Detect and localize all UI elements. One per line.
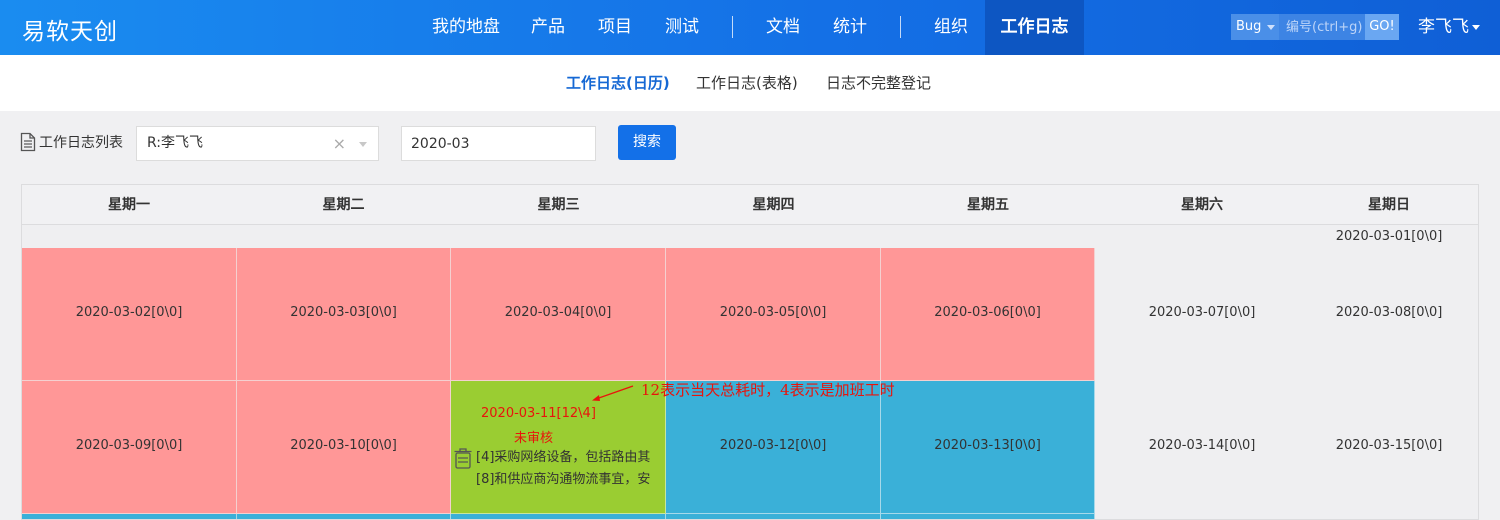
weekday-header: 星期三	[537, 197, 580, 213]
day-date: 2020-03-03[0\0]	[290, 305, 397, 320]
trash-icon[interactable]	[454, 447, 472, 469]
sub-navbar: 工作日志(日历) 工作日志(表格) 日志不完整登记	[0, 55, 1500, 111]
nav-project[interactable]: 项目	[598, 0, 632, 55]
top-navbar: 易软天创 我的地盘 产品 项目 测试 文档 统计 组织 工作日志 Bug GO!…	[0, 0, 1500, 55]
day-date: 2020-03-05[0\0]	[719, 305, 827, 320]
calendar-day[interactable]: 2020-03-13[0\0]	[881, 381, 1095, 514]
calendar-header: 星期一 星期二 星期三 星期四 星期五 星期六 星期日	[22, 185, 1478, 225]
calendar-day[interactable]: 2020-03-09[0\0]	[22, 381, 237, 514]
calendar-day[interactable]: 2020-03-14[0\0]	[1095, 381, 1309, 514]
user-select-value: R:李飞飞	[147, 135, 204, 151]
search-input[interactable]	[1279, 14, 1365, 40]
nav-org[interactable]: 组织	[934, 0, 968, 55]
nav-stats[interactable]: 统计	[833, 0, 867, 55]
calendar-day[interactable]: 2020-03-10[0\0]	[237, 381, 451, 514]
calendar-day[interactable]: 2020-03-12[0\0]	[666, 381, 881, 514]
worklog-calendar: 星期一 星期二 星期三 星期四 星期五 星期六 星期日 2020-03-01[0…	[21, 184, 1479, 520]
day-date: 2020-03-06[0\0]	[934, 305, 1041, 320]
review-status: 未审核	[514, 431, 554, 446]
chevron-down-icon[interactable]	[359, 142, 367, 147]
search-button[interactable]: 搜索	[618, 125, 676, 160]
nav-product[interactable]: 产品	[531, 0, 565, 55]
day-date: 2020-03-09[0\0]	[75, 438, 183, 453]
weekday-header: 星期一	[108, 197, 150, 213]
day-date: 2020-03-11[12\4]	[481, 406, 596, 421]
nav-divider	[900, 16, 901, 38]
go-button[interactable]: GO!	[1365, 14, 1399, 40]
user-name: 李飞飞	[1418, 17, 1469, 37]
nav-test[interactable]: 测试	[665, 0, 699, 55]
arrow-icon	[592, 385, 634, 401]
day-date: 2020-03-07[0\0]	[1148, 305, 1256, 320]
calendar-day[interactable]: 2020-03-01[0\0]	[1309, 226, 1469, 248]
day-date: 2020-03-04[0\0]	[504, 305, 612, 320]
nav-my-area[interactable]: 我的地盘	[432, 0, 500, 55]
calendar-day[interactable]: 2020-03-08[0\0]	[1309, 248, 1469, 381]
calendar-day[interactable]: 2020-03-04[0\0]	[451, 248, 666, 381]
calendar-day[interactable]: 2020-03-06[0\0]	[881, 248, 1095, 381]
day-date: 2020-03-15[0\0]	[1335, 438, 1443, 453]
weekday-header: 星期五	[967, 197, 1009, 213]
weekday-header: 星期二	[322, 197, 365, 213]
calendar-day[interactable]	[22, 514, 237, 519]
tab-incomplete-log[interactable]: 日志不完整登记	[826, 55, 931, 111]
day-date: 2020-03-13[0\0]	[934, 438, 1041, 453]
calendar-day[interactable]	[666, 514, 881, 519]
nav-doc[interactable]: 文档	[766, 0, 800, 55]
tab-worklog-calendar[interactable]: 工作日志(日历)	[566, 55, 670, 111]
day-date: 2020-03-10[0\0]	[290, 438, 397, 453]
day-date: 2020-03-12[0\0]	[719, 438, 827, 453]
calendar-day[interactable]	[881, 514, 1095, 519]
calendar-day[interactable]: 2020-03-03[0\0]	[237, 248, 451, 381]
annotation-note: 12表示当天总耗时，4表示是加班工时	[641, 381, 895, 399]
day-date: 2020-03-02[0\0]	[75, 305, 183, 320]
worklog-list-label: 工作日志列表	[20, 132, 123, 152]
close-icon[interactable]: ×	[333, 127, 346, 160]
brand-logo[interactable]: 易软天创	[22, 12, 118, 46]
calendar-day[interactable]	[237, 514, 451, 519]
nav-divider	[732, 16, 733, 38]
log-entry[interactable]: [8]和供应商沟通物流事宜，安	[476, 468, 650, 487]
user-menu[interactable]: 李飞飞	[1418, 0, 1480, 55]
calendar-day[interactable]: 2020-03-05[0\0]	[666, 248, 881, 381]
tab-worklog-table[interactable]: 工作日志(表格)	[696, 55, 798, 111]
user-select[interactable]: R:李飞飞 ×	[136, 126, 379, 161]
chevron-down-icon	[1472, 24, 1480, 30]
search-type-select[interactable]: Bug	[1231, 14, 1279, 40]
day-date: 2020-03-14[0\0]	[1148, 438, 1256, 453]
log-entry[interactable]: [4]采购网络设备，包括路由其	[476, 446, 650, 465]
calendar-day[interactable]: 2020-03-15[0\0]	[1309, 381, 1469, 514]
weekday-header: 星期四	[752, 197, 795, 213]
quick-search: Bug GO!	[1231, 14, 1399, 40]
day-date: 2020-03-08[0\0]	[1335, 305, 1443, 320]
calendar-day[interactable]	[451, 514, 666, 519]
day-date: 2020-03-01[0\0]	[1335, 229, 1443, 244]
weekday-header: 星期日	[1368, 197, 1410, 213]
calendar-day[interactable]: 2020-03-07[0\0]	[1095, 248, 1309, 381]
search-type-label: Bug	[1236, 19, 1262, 34]
chevron-down-icon	[1267, 25, 1275, 30]
document-icon	[20, 132, 36, 152]
nav-worklog[interactable]: 工作日志	[985, 0, 1084, 55]
weekday-header: 星期六	[1181, 197, 1223, 213]
calendar-day[interactable]: 2020-03-02[0\0]	[22, 248, 237, 381]
filter-label-text: 工作日志列表	[39, 135, 123, 151]
month-input[interactable]	[401, 126, 596, 161]
